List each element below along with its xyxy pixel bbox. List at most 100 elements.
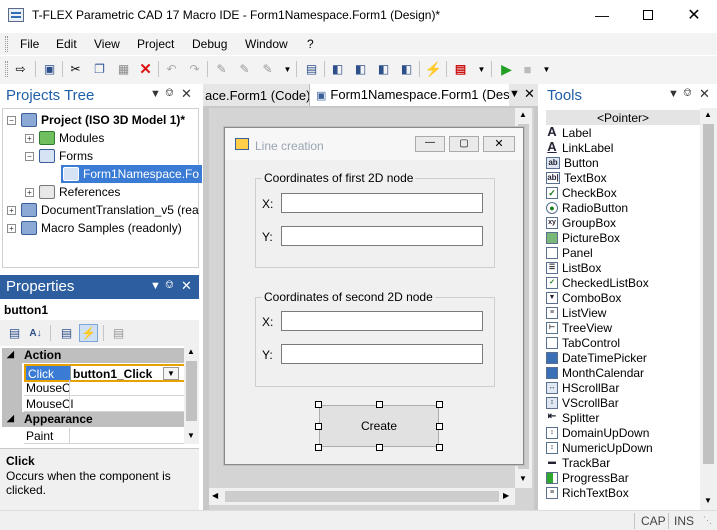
property-pages-icon[interactable]: ▤ (109, 324, 128, 342)
object-selector[interactable]: button1 (0, 301, 199, 319)
scroll-down-icon[interactable]: ▼ (187, 431, 195, 440)
tool-vscrollbar[interactable]: ↕ VScrollBar (546, 395, 619, 410)
property-row-paint[interactable]: Paint (24, 428, 184, 444)
scroll-down-icon[interactable]: ▼ (519, 474, 527, 483)
tree-item-documenttranslation[interactable]: + DocumentTranslation_v5 (rea (7, 201, 199, 219)
scroll-thumb[interactable] (703, 124, 714, 464)
category-action[interactable]: ◢ Action (2, 348, 184, 363)
breakpoint-icon[interactable]: ▤ (451, 60, 470, 78)
category-appearance[interactable]: ◢ Appearance (2, 412, 184, 427)
tool-picturebox[interactable]: PictureBox (546, 230, 620, 245)
resize-handle[interactable] (436, 423, 443, 430)
find-icon[interactable]: ✎ (212, 60, 231, 78)
close-tab-icon[interactable]: ✕ (524, 86, 535, 102)
save-icon[interactable]: ▣ (40, 60, 59, 78)
redo-icon[interactable]: ↷ (185, 60, 204, 78)
menu-project[interactable]: Project (137, 37, 174, 51)
first-x-textbox[interactable] (281, 193, 483, 213)
tool-richtextbox[interactable]: ≡ RichTextBox (546, 485, 629, 500)
pin-icon[interactable]: ⎊ (683, 87, 692, 100)
scroll-right-icon[interactable]: ▶ (503, 491, 509, 500)
tool-label-item[interactable]: A Label (546, 125, 591, 140)
tab-design[interactable]: ▣ Form1Namespace.Form1 (Design (309, 84, 509, 106)
properties-view-icon[interactable]: ▤ (57, 324, 76, 342)
delete-icon[interactable]: ✕ (136, 60, 155, 78)
expand-icon[interactable]: + (7, 223, 16, 233)
tool-checkbox[interactable]: ✓ CheckBox (546, 185, 617, 200)
resize-handle[interactable] (376, 444, 383, 451)
dropdown-arrow-icon[interactable]: ▼ (163, 367, 179, 380)
collapse-icon[interactable]: − (25, 151, 34, 161)
property-row-mouseclick[interactable]: MouseC (24, 380, 184, 396)
tree-item-references[interactable]: + References (25, 183, 120, 201)
resize-handle[interactable] (315, 401, 322, 408)
copy-icon[interactable]: ❐ (90, 60, 109, 78)
scroll-thumb[interactable] (225, 491, 499, 502)
second-x-textbox[interactable] (281, 311, 483, 331)
find-next-icon[interactable]: ✎ (235, 60, 254, 78)
tool-trackbar[interactable]: ▬ TrackBar (546, 455, 610, 470)
tool-button[interactable]: ab Button (546, 155, 599, 170)
tool-splitter[interactable]: ⇤ Splitter (546, 410, 600, 425)
pane-menu-icon[interactable]: ▼ (150, 280, 161, 292)
resize-handle[interactable] (315, 423, 322, 430)
exit-icon[interactable]: ⇨ (11, 60, 30, 78)
first-y-textbox[interactable] (281, 226, 483, 246)
collapse-icon[interactable]: ◢ (7, 413, 14, 424)
menu-file[interactable]: File (20, 37, 39, 51)
alphabetical-icon[interactable]: A↓ (26, 324, 45, 342)
designer-hscroll[interactable]: ◀ ▶ (209, 488, 515, 505)
menu-help[interactable]: ? (307, 37, 314, 51)
scroll-thumb[interactable] (186, 361, 197, 421)
second-y-textbox[interactable] (281, 344, 483, 364)
tool-progressbar[interactable]: ProgressBar (546, 470, 629, 485)
close-button[interactable]: ✕ (671, 0, 717, 31)
lock-icon[interactable]: ◧ (397, 60, 416, 78)
tool-panel[interactable]: Panel (546, 245, 593, 260)
menu-view[interactable]: View (94, 37, 120, 51)
tool-groupbox[interactable]: xy GroupBox (546, 215, 616, 230)
resize-grip-icon[interactable]: ⋱ (703, 515, 712, 526)
scroll-down-icon[interactable]: ▼ (704, 496, 712, 505)
close-pane-icon[interactable]: ✕ (699, 86, 710, 102)
properties-icon[interactable]: ▤ (302, 60, 321, 78)
group-second-node[interactable]: Coordinates of second 2D node X: Y: (255, 290, 495, 387)
windows-icon[interactable]: ◧ (351, 60, 370, 78)
cut-icon[interactable]: ✂ (66, 60, 85, 78)
resize-handle[interactable] (436, 401, 443, 408)
replace-icon[interactable]: ✎ (258, 60, 277, 78)
resize-handle[interactable] (315, 444, 322, 451)
scroll-left-icon[interactable]: ◀ (212, 491, 218, 500)
tree-item-modules[interactable]: + Modules (25, 129, 104, 147)
tab-list-icon[interactable]: ▼ (509, 88, 520, 100)
create-button[interactable]: Create (319, 405, 439, 447)
tool-monthcalendar[interactable]: MonthCalendar (546, 365, 644, 380)
resize-handle[interactable] (376, 401, 383, 408)
scroll-up-icon[interactable]: ▲ (187, 347, 195, 356)
tab-code[interactable]: ace.Form1 (Code)* (203, 85, 309, 106)
resize-handle[interactable] (436, 444, 443, 451)
window-icon[interactable]: ◧ (328, 60, 347, 78)
events-icon[interactable]: ⚡ (79, 324, 98, 342)
toolbar-overflow-icon[interactable]: ▼ (472, 60, 491, 78)
tools-scrollbar[interactable]: ▲ ▼ (700, 108, 717, 510)
toolbar-overflow-icon[interactable]: ▼ (537, 60, 556, 78)
designed-form[interactable]: Line creation — ▢ ✕ Coordinates of first… (224, 127, 524, 465)
tool-combobox[interactable]: ▼ ComboBox (546, 290, 621, 305)
paste-icon[interactable]: ▦ (114, 60, 133, 78)
tool-linklabel[interactable]: A LinkLabel (546, 140, 613, 155)
tree-item-macro-samples[interactable]: + Macro Samples (readonly) (7, 219, 182, 237)
menu-debug[interactable]: Debug (192, 37, 227, 51)
tool-listview[interactable]: ≡ ListView (546, 305, 606, 320)
collapse-icon[interactable]: ◢ (7, 349, 14, 360)
scroll-up-icon[interactable]: ▲ (519, 110, 527, 119)
tool-pointer[interactable]: <Pointer> (546, 110, 700, 125)
tree-item-form1[interactable]: Form1Namespace.Fo (61, 165, 203, 183)
tool-checkedlistbox[interactable]: ✓ CheckedListBox (546, 275, 649, 290)
stop-icon[interactable]: ■ (518, 60, 537, 78)
expand-icon[interactable]: + (25, 187, 34, 197)
tree-item-project[interactable]: − Project (ISO 3D Model 1)* (7, 111, 185, 129)
categorized-icon[interactable]: ▤ (5, 324, 24, 342)
scroll-up-icon[interactable]: ▲ (704, 110, 712, 119)
close-pane-icon[interactable]: ✕ (181, 86, 192, 102)
